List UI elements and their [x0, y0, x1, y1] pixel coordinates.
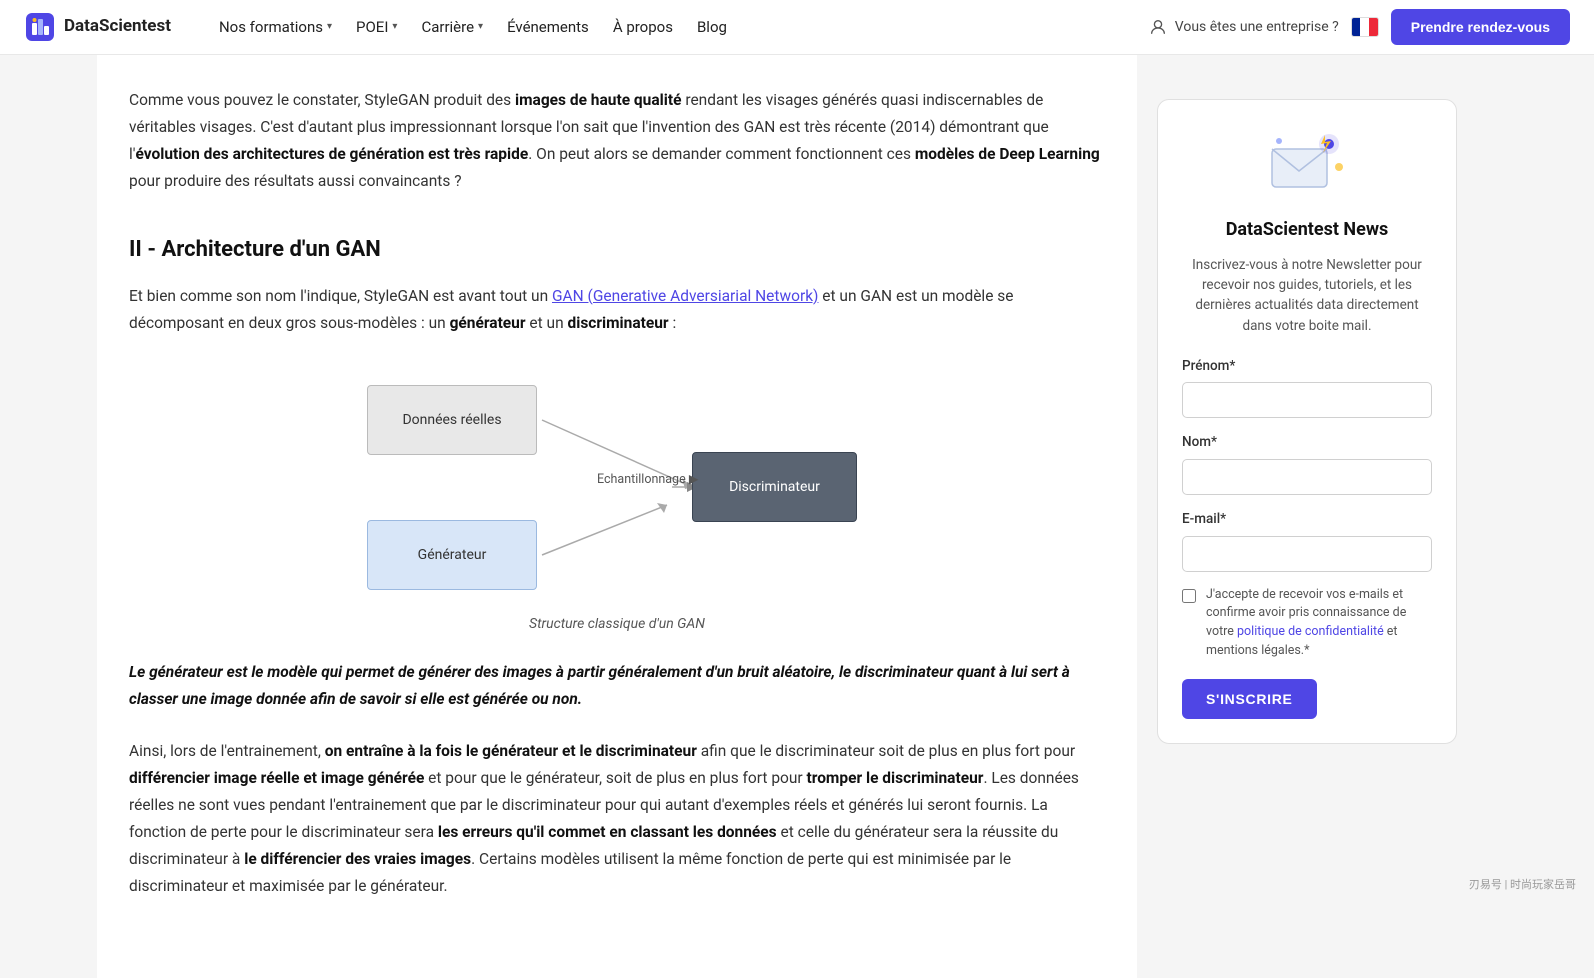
prenom-label: Prénom*	[1182, 356, 1432, 378]
nav-item-carriere[interactable]: Carrière ▾	[411, 9, 493, 45]
email-label: E-mail*	[1182, 509, 1432, 531]
chevron-down-icon: ▾	[478, 19, 483, 35]
subscribe-button[interactable]: S'INSCRIRE	[1182, 679, 1317, 719]
diagram-label-echantillonnage: Echantillonnage ▶	[597, 470, 698, 490]
blockquote-generateur: Le générateur est le modèle qui permet d…	[129, 659, 1105, 713]
nav-links: Nos formations ▾ POEI ▾ Carrière ▾ Événe…	[209, 9, 1143, 45]
newsletter-description: Inscrivez-vous à notre Newsletter pour r…	[1182, 255, 1432, 336]
navbar: DataScientest Nos formations ▾ POEI ▾ Ca…	[0, 0, 1594, 55]
box-donnees-reelles: Données réelles	[367, 385, 537, 455]
consent-row: J'accepte de recevoir vos e-mails et con…	[1182, 586, 1432, 661]
nom-input[interactable]	[1182, 459, 1432, 495]
main-content: Comme vous pouvez le constater, StyleGAN…	[97, 55, 1137, 978]
box-discriminateur: Discriminateur	[692, 452, 857, 522]
section-intro-paragraph: Et bien comme son nom l'indique, StyleGA…	[129, 283, 1105, 337]
nav-logo[interactable]: DataScientest	[24, 11, 171, 43]
prenom-input[interactable]	[1182, 382, 1432, 418]
newsletter-card: DataScientest News Inscrivez-vous à notr…	[1157, 99, 1457, 744]
newsletter-icon	[1267, 124, 1347, 204]
section-title: II - Architecture d'un GAN	[129, 232, 1105, 267]
nom-group: Nom*	[1182, 432, 1432, 495]
nom-label: Nom*	[1182, 432, 1432, 454]
chevron-down-icon: ▾	[327, 19, 332, 35]
watermark: 刃易号 | 时尚玩家岳哥	[1469, 876, 1576, 894]
gan-diagram-container: Données réelles Générateur Discriminateu…	[129, 365, 1105, 605]
email-input[interactable]	[1182, 536, 1432, 572]
logo-text: DataScientest	[64, 13, 171, 40]
sidebar: DataScientest News Inscrivez-vous à notr…	[1137, 55, 1477, 978]
language-flag[interactable]	[1351, 17, 1379, 37]
consent-label: J'accepte de recevoir vos e-mails et con…	[1206, 586, 1432, 661]
box-generateur: Générateur	[367, 520, 537, 590]
nav-item-apropos[interactable]: À propos	[603, 9, 683, 45]
nav-item-formations[interactable]: Nos formations ▾	[209, 9, 342, 45]
nav-item-blog[interactable]: Blog	[687, 9, 737, 45]
newsletter-title: DataScientest News	[1182, 216, 1432, 245]
enterprise-link[interactable]: Vous êtes une entreprise ?	[1149, 16, 1339, 38]
email-group: E-mail*	[1182, 509, 1432, 572]
enterprise-icon	[1149, 18, 1167, 36]
intro-paragraph: Comme vous pouvez le constater, StyleGAN…	[129, 87, 1105, 196]
privacy-link[interactable]: politique de confidentialité	[1237, 624, 1384, 639]
gan-link[interactable]: GAN (Generative Adversiarial Network)	[552, 287, 818, 305]
nav-item-poei[interactable]: POEI ▾	[346, 9, 407, 45]
logo-icon	[24, 11, 56, 43]
diagram-caption: Structure classique d'un GAN	[129, 613, 1105, 635]
consent-checkbox[interactable]	[1182, 589, 1196, 603]
rendez-vous-button[interactable]: Prendre rendez-vous	[1391, 9, 1570, 45]
gan-diagram: Données réelles Générateur Discriminateu…	[357, 365, 877, 605]
training-paragraph: Ainsi, lors de l'entrainement, on entraî…	[129, 738, 1105, 901]
chevron-down-icon: ▾	[392, 19, 397, 35]
prenom-group: Prénom*	[1182, 356, 1432, 419]
page-wrapper: Comme vous pouvez le constater, StyleGAN…	[97, 0, 1497, 978]
nav-item-evenements[interactable]: Événements	[497, 9, 599, 45]
newsletter-illustration	[1267, 129, 1347, 199]
nav-right: Vous êtes une entreprise ? Prendre rende…	[1149, 9, 1570, 45]
